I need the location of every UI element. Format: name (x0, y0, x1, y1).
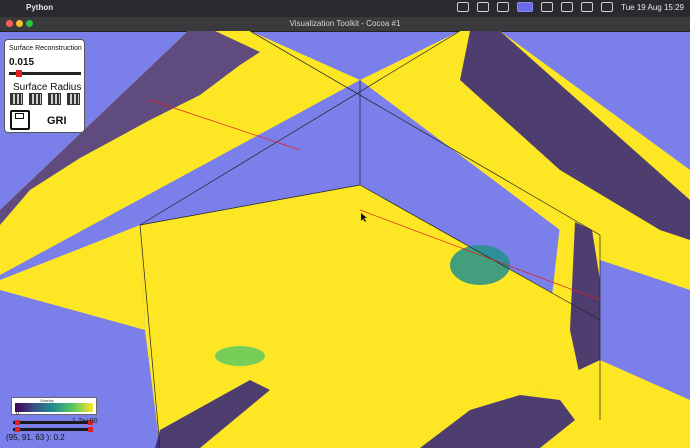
window-slider-handle[interactable] (15, 420, 20, 425)
dots-pattern-icon[interactable] (67, 93, 80, 105)
grid-pattern-icon[interactable] (29, 93, 42, 105)
gri-button[interactable]: GRI (47, 115, 67, 127)
save-icon[interactable] (10, 110, 30, 130)
control-center-icon[interactable] (601, 2, 614, 12)
colorbar-gradient (15, 403, 93, 412)
wifi-icon[interactable] (561, 2, 574, 12)
panel-icon-row (10, 93, 80, 105)
zoom-button[interactable] (26, 20, 33, 27)
dropbox-icon[interactable] (477, 2, 490, 12)
probe-readout: (95, 91, 63 ): 0.2 (6, 433, 65, 442)
minimize-button[interactable] (16, 20, 23, 27)
overlay-blob (215, 346, 265, 366)
battery-icon[interactable] (541, 2, 554, 12)
slider-handle[interactable] (15, 70, 22, 77)
close-button[interactable] (6, 20, 13, 27)
menu-bar: Python Tue 19 Aug 15:29 (0, 0, 690, 17)
colorbar-min-label: 0 (16, 411, 19, 417)
window-titlebar[interactable]: Visualization Toolkit - Cocoa #1 (0, 17, 690, 32)
status-tray: Tue 19 Aug 15:29 (457, 2, 684, 12)
window-title: Visualization Toolkit - Cocoa #1 (289, 19, 401, 28)
render-viewport[interactable] (0, 31, 690, 448)
surface-reconstruction-slider[interactable] (9, 70, 81, 77)
surface-reconstruction-value: 0.015 (9, 57, 35, 68)
search-icon[interactable] (581, 2, 594, 12)
level-slider[interactable] (13, 427, 93, 432)
window-level-value: 1.7e+00 (72, 418, 98, 425)
menubar-clock[interactable]: Tue 19 Aug 15:29 (621, 3, 684, 12)
surface-reconstruction-panel: Surface Reconstruction 0.015 Surface Rad… (4, 39, 85, 133)
surface-mesh-icon[interactable] (48, 93, 61, 105)
status-icon[interactable] (517, 2, 534, 12)
level-slider-handle-max[interactable] (88, 427, 93, 432)
app-menu-name[interactable]: Python (26, 3, 53, 12)
level-slider-handle[interactable] (15, 427, 20, 432)
surface-radius-label: Surface Radius (13, 82, 82, 93)
overlay-blob (450, 245, 510, 285)
display-icon[interactable] (457, 2, 470, 12)
panel-title: Surface Reconstruction (9, 45, 82, 52)
qr-pattern-icon[interactable] (10, 93, 23, 105)
colorbar: Overlay 0 (11, 397, 97, 417)
screen-icon[interactable] (497, 2, 510, 12)
